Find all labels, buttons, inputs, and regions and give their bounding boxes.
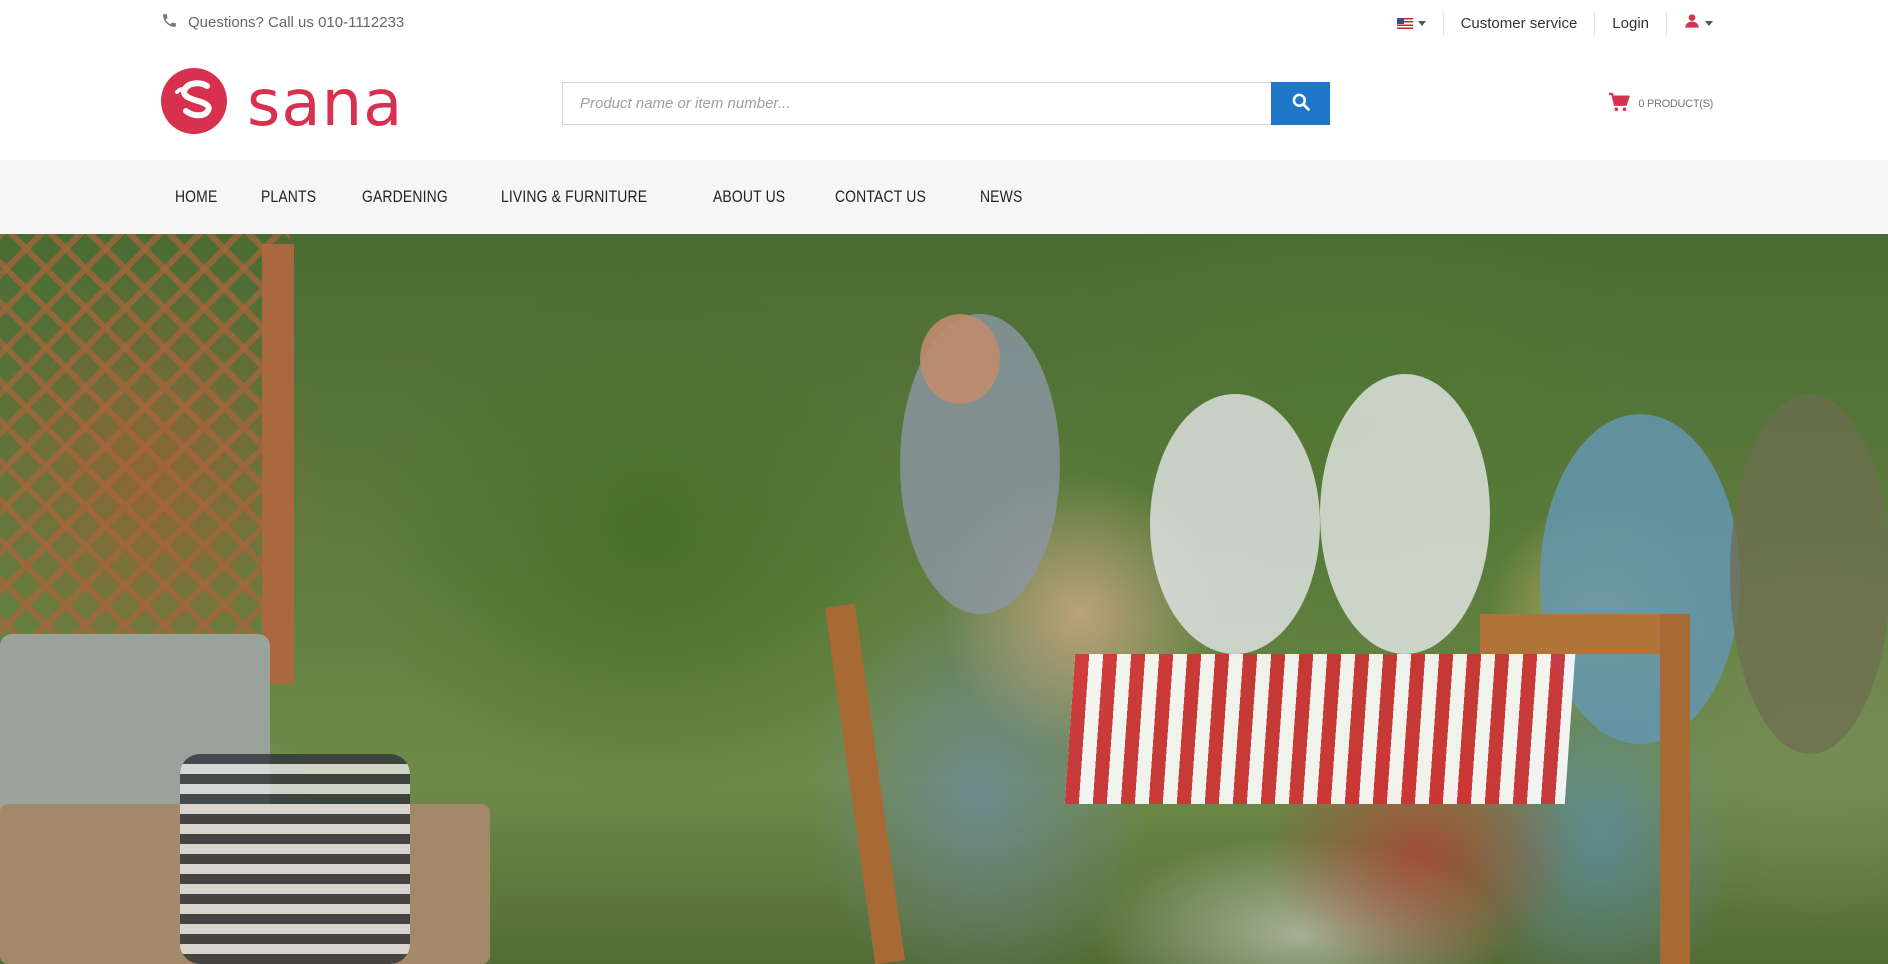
nav-link-news[interactable]: NEWS	[980, 187, 1022, 206]
nav-item-news[interactable]: NEWS	[966, 187, 1036, 207]
nav-item-about-us[interactable]: ABOUT US	[699, 187, 799, 207]
sana-logo-icon	[161, 68, 227, 139]
nav-link-about-us[interactable]: ABOUT US	[713, 187, 785, 206]
nav-link-plants[interactable]: PLANTS	[261, 187, 316, 206]
login-link[interactable]: Login	[1594, 11, 1666, 35]
person-figure	[1320, 374, 1490, 654]
cart-icon	[1608, 92, 1631, 115]
main-navigation: HOME PLANTS GARDENING LIVING & FURNITURE…	[0, 160, 1888, 234]
logo-wordmark: sana	[247, 66, 404, 141]
nav-link-contact-us[interactable]: CONTACT US	[835, 187, 926, 206]
garden-lattice	[0, 234, 290, 654]
hero-banner-image[interactable]	[0, 234, 1888, 964]
customer-service-label: Customer service	[1460, 14, 1578, 32]
nav-item-home[interactable]: HOME	[161, 187, 231, 207]
customer-service-link[interactable]: Customer service	[1442, 11, 1595, 35]
phone-text: Questions? Call us 010-1112233	[188, 14, 405, 31]
phone-contact: Questions? Call us 010-1112233	[161, 12, 404, 33]
phone-icon	[161, 12, 178, 33]
us-flag-icon	[1396, 17, 1413, 29]
cart-summary[interactable]: 0 PRODUCT(S)	[1608, 92, 1713, 115]
cart-label: 0 PRODUCT(S)	[1638, 97, 1713, 110]
topbar-links: Customer service Login	[1396, 0, 1713, 46]
nav-link-home[interactable]: HOME	[175, 187, 217, 206]
wooden-chair	[1480, 614, 1670, 654]
checkered-tablecloth	[1064, 654, 1576, 804]
nav-item-contact-us[interactable]: CONTACT US	[821, 187, 940, 207]
person-figure	[1150, 394, 1320, 654]
chevron-down-icon	[1417, 20, 1426, 26]
plaid-blanket	[180, 754, 410, 964]
search-icon	[1291, 92, 1311, 115]
person-figure	[1730, 394, 1888, 754]
wooden-chair	[825, 603, 905, 964]
nav-item-gardening[interactable]: GARDENING	[348, 187, 462, 207]
site-logo[interactable]: sana	[161, 68, 403, 139]
nav-item-plants[interactable]: PLANTS	[247, 187, 330, 207]
person-figure	[920, 314, 1000, 404]
language-selector[interactable]	[1396, 11, 1443, 35]
chevron-down-icon	[1705, 20, 1713, 26]
lattice-post	[262, 244, 294, 684]
top-bar: Questions? Call us 010-1112233 Customer …	[0, 0, 1888, 46]
search-bar	[562, 82, 1330, 125]
login-label: Login	[1612, 14, 1649, 32]
garden-sofa	[0, 634, 500, 964]
wooden-chair	[1660, 614, 1690, 964]
nav-link-living-furniture[interactable]: LIVING & FURNITURE	[501, 187, 647, 206]
nav-link-gardening[interactable]: GARDENING	[362, 187, 448, 206]
search-button[interactable]	[1271, 82, 1330, 125]
nav-item-living-furniture[interactable]: LIVING & FURNITURE	[487, 187, 661, 207]
search-input[interactable]	[562, 82, 1271, 125]
account-menu[interactable]	[1666, 11, 1713, 35]
user-icon	[1684, 13, 1700, 33]
